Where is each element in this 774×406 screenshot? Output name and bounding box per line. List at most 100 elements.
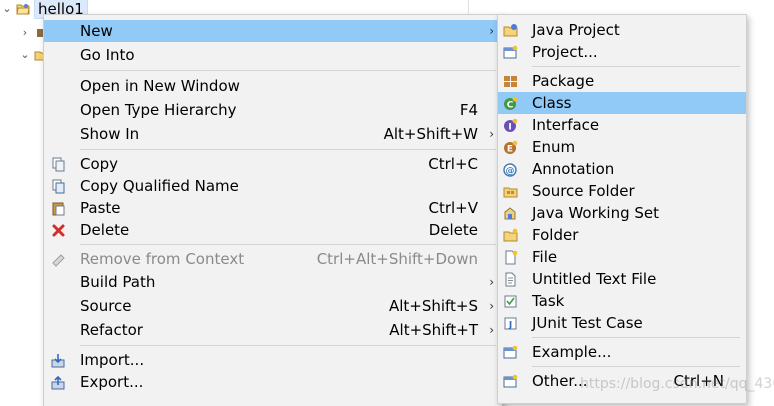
- menu-item-import[interactable]: Import...: [44, 349, 502, 371]
- submenu-item-folder[interactable]: Folder: [498, 224, 746, 246]
- menu-item-label: File: [532, 248, 558, 266]
- menu-separator: [80, 345, 496, 346]
- submenu-item-junit-test-case[interactable]: J JUnit Test Case: [498, 312, 746, 334]
- svg-text:I: I: [508, 123, 511, 133]
- remove-from-context-icon: [52, 254, 65, 267]
- menu-item-shortcut: Ctrl+V: [428, 199, 478, 217]
- menu-item-label: Enum: [532, 138, 576, 156]
- menu-item-label: Paste: [80, 199, 121, 217]
- menu-item-new[interactable]: New ›: [44, 20, 502, 42]
- copy-icon: [52, 157, 65, 172]
- chevron-right-icon: ›: [489, 127, 494, 141]
- menu-item-shortcut: Ctrl+Alt+Shift+Down: [316, 250, 478, 268]
- context-menu: New › Go Into Open in New Window Open Ty…: [43, 14, 503, 406]
- menu-item-source[interactable]: Source Alt+Shift+S ›: [44, 295, 502, 317]
- other-wizard-icon: [503, 374, 518, 388]
- file-icon: [505, 250, 518, 265]
- submenu-item-java-project[interactable]: Java Project: [498, 19, 746, 41]
- menu-item-label: Copy: [80, 155, 119, 173]
- source-folder-icon: [503, 187, 518, 198]
- menu-item-refactor[interactable]: Refactor Alt+Shift+T ›: [44, 319, 502, 341]
- interface-icon: I: [504, 118, 518, 133]
- menu-item-label: Java Project: [532, 21, 620, 39]
- submenu-item-project[interactable]: Project...: [498, 41, 746, 63]
- menu-separator: [532, 337, 740, 338]
- menu-item-go-into[interactable]: Go Into: [44, 44, 502, 66]
- submenu-item-source-folder[interactable]: Source Folder: [498, 180, 746, 202]
- menu-item-label: Source: [80, 297, 132, 315]
- menu-item-remove-from-context[interactable]: Remove from Context Ctrl+Alt+Shift+Down: [44, 248, 502, 270]
- menu-item-label: Go Into: [80, 46, 135, 64]
- menu-item-shortcut: Ctrl+C: [428, 155, 478, 173]
- menu-item-label: Folder: [532, 226, 579, 244]
- svg-text:@: @: [506, 167, 515, 177]
- submenu-item-task[interactable]: Task: [498, 290, 746, 312]
- submenu-item-enum[interactable]: E Enum: [498, 136, 746, 158]
- menu-item-label: Show In: [80, 125, 140, 143]
- menu-item-label: Other...: [532, 372, 588, 390]
- menu-item-label: Delete: [80, 221, 130, 239]
- junit-icon: J: [504, 317, 517, 331]
- menu-item-label: Package: [532, 72, 595, 90]
- menu-separator: [80, 244, 496, 245]
- menu-item-label: Import...: [80, 351, 145, 369]
- menu-item-shortcut: Alt+Shift+T: [389, 321, 478, 339]
- menu-item-copy-qualified-name[interactable]: Copy Qualified Name: [44, 175, 502, 197]
- menu-item-label: Export...: [80, 373, 144, 391]
- menu-item-paste[interactable]: Paste Ctrl+V: [44, 197, 502, 219]
- menu-item-label: Remove from Context: [80, 250, 245, 268]
- menu-item-show-in[interactable]: Show In Alt+Shift+W ›: [44, 123, 502, 145]
- menu-item-label: Project...: [532, 43, 598, 61]
- submenu-item-annotation[interactable]: @ Annotation: [498, 158, 746, 180]
- chevron-right-icon: ›: [489, 323, 494, 337]
- menu-item-label: New: [80, 22, 113, 40]
- package-icon: [504, 76, 517, 87]
- submenu-item-other[interactable]: Other... Ctrl+N: [498, 370, 746, 392]
- svg-text:E: E: [507, 145, 513, 155]
- menu-item-label: Source Folder: [532, 182, 635, 200]
- menu-item-open-in-new-window[interactable]: Open in New Window: [44, 75, 502, 97]
- menu-item-build-path[interactable]: Build Path ›: [44, 271, 502, 293]
- open-project-folder-icon: [16, 4, 30, 15]
- screen: ⌄ hello1 › ⌄ New › Go Into Open in New W…: [0, 0, 774, 406]
- example-icon: [503, 345, 518, 359]
- copy-qualified-name-icon: [52, 179, 65, 194]
- menu-item-label: Build Path: [80, 273, 156, 291]
- submenu-item-untitled-text-file[interactable]: Untitled Text File: [498, 268, 746, 290]
- chevron-right-icon: ›: [489, 299, 494, 313]
- submenu-item-class[interactable]: C Class: [498, 92, 746, 114]
- submenu-item-package[interactable]: Package: [498, 70, 746, 92]
- menu-item-label: Class: [532, 94, 572, 112]
- chevron-down-icon[interactable]: ⌄: [2, 3, 12, 14]
- chevron-right-icon: ›: [489, 24, 494, 38]
- menu-separator: [532, 366, 740, 367]
- menu-item-shortcut: Alt+Shift+S: [388, 297, 478, 315]
- chevron-down-icon[interactable]: ⌄: [20, 49, 30, 60]
- delete-icon: [52, 224, 65, 237]
- menu-item-export[interactable]: Export...: [44, 371, 502, 393]
- submenu-item-interface[interactable]: I Interface: [498, 114, 746, 136]
- menu-item-label: Copy Qualified Name: [80, 177, 239, 195]
- menu-item-shortcut: Ctrl+N: [673, 372, 724, 390]
- menu-separator: [80, 149, 496, 150]
- menu-item-label: Task: [532, 292, 565, 310]
- menu-item-label: Annotation: [532, 160, 615, 178]
- menu-item-delete[interactable]: Delete Delete: [44, 219, 502, 241]
- enum-icon: E: [504, 140, 518, 155]
- menu-item-label: Untitled Text File: [532, 270, 657, 288]
- menu-item-shortcut: Alt+Shift+W: [383, 125, 478, 143]
- menu-item-label: Refactor: [80, 321, 143, 339]
- submenu-item-file[interactable]: File: [498, 246, 746, 268]
- menu-item-label: Open Type Hierarchy: [80, 101, 237, 119]
- menu-item-open-type-hierarchy[interactable]: Open Type Hierarchy F4: [44, 99, 502, 121]
- submenu-item-example[interactable]: Example...: [498, 341, 746, 363]
- import-icon: [51, 354, 65, 368]
- new-project-icon: [503, 45, 518, 59]
- svg-text:J: J: [508, 321, 512, 331]
- chevron-right-icon[interactable]: ›: [20, 27, 30, 38]
- export-icon: [51, 375, 65, 390]
- menu-item-copy[interactable]: Copy Ctrl+C: [44, 153, 502, 175]
- menu-separator: [532, 66, 740, 67]
- submenu-item-java-working-set[interactable]: Java Working Set: [498, 202, 746, 224]
- menu-item-shortcut: Delete: [428, 221, 478, 239]
